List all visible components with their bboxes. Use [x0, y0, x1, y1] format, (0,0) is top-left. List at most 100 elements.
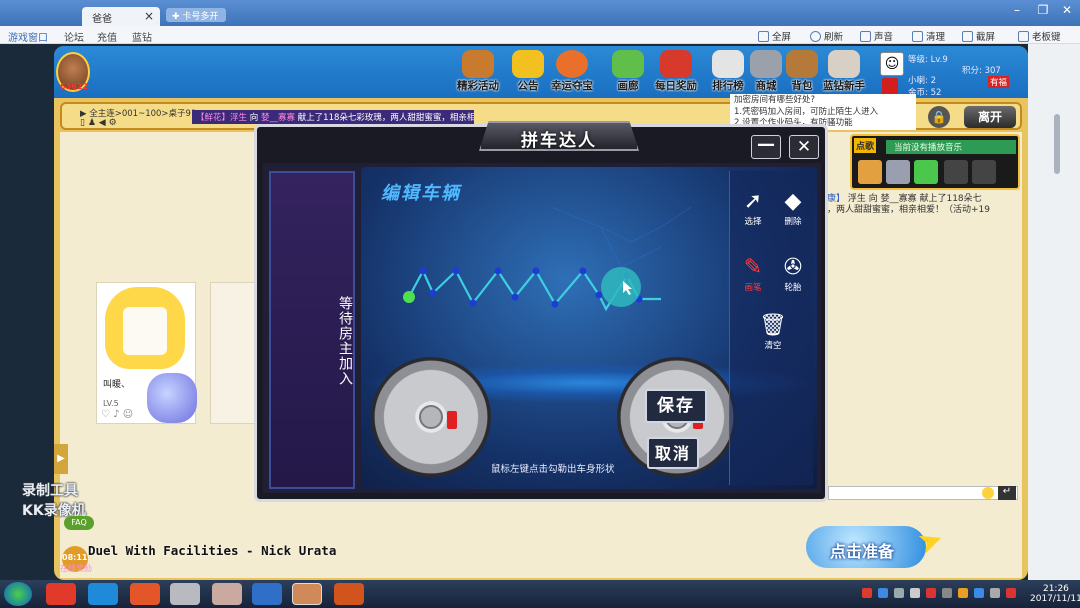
rear-wheel [371, 357, 491, 477]
camera-icon [962, 31, 973, 42]
wheel-of-fortune-icon [556, 50, 588, 78]
window-minimize-icon[interactable]: – [1006, 3, 1028, 19]
music-status: 当前没有播放音乐 [886, 140, 1016, 154]
minimize-button[interactable]: — [751, 135, 781, 159]
recorder-icon[interactable] [334, 583, 364, 605]
menu-recharge[interactable]: 充值 [97, 29, 117, 44]
nav-lucky-treasure[interactable]: 幸运夺宝 [548, 50, 596, 94]
lock-icon[interactable]: 🔒 [928, 106, 950, 128]
fullscreen-button[interactable]: 全屏 [758, 29, 791, 43]
music-player-icon[interactable] [886, 160, 910, 184]
seat-player-level: LV.5 [103, 399, 119, 408]
tray-qq-icon[interactable] [974, 588, 984, 598]
pen-tool[interactable]: ✎ 画笔 [736, 255, 770, 293]
game-topbar: 63622 精彩活动 公告 幸运夺宝 画廊 每日奖励 排行榜 商城 背包 蓝钻新… [54, 46, 1028, 98]
menu-game-window[interactable]: 游戏窗口 [8, 29, 48, 44]
player-seat[interactable]: 叫暖、 LV.5 ♡ ♪ ☺ [96, 282, 197, 424]
ready-button[interactable]: 点击准备 ➤ [806, 520, 956, 572]
nav-daily-reward[interactable]: 每日奖励 [652, 50, 700, 94]
erase-tool[interactable]: ◆ 删除 [776, 189, 810, 227]
cursor-icon: ➚ [743, 189, 763, 214]
qq-icon[interactable] [252, 583, 282, 605]
gift-ticker: 【鲜花】浮生 向 婪__寡寡 献上了118朵七彩玫瑰，两人甜甜蜜蜜，相亲相 [192, 110, 474, 124]
browser-icon[interactable] [88, 583, 118, 605]
tray-app-icon[interactable] [958, 588, 968, 598]
player-seat-empty[interactable] [210, 282, 260, 424]
window-restore-icon[interactable]: ❐ [1032, 3, 1054, 19]
music-gem-icon[interactable] [914, 160, 938, 184]
clock-date: 2017/11/11 [1030, 594, 1080, 604]
new-tab-button[interactable]: ✚ 卡号多开 [166, 8, 226, 22]
outline-point [494, 267, 502, 275]
newbie-gift-icon [828, 50, 860, 78]
nav-blue-diamond-newbie[interactable]: 蓝钻新手 [820, 50, 868, 94]
clear-tool[interactable]: 🗑 清空 [756, 313, 790, 351]
tray-sogou-icon[interactable] [862, 588, 872, 598]
refresh-button[interactable]: 刷新 [810, 29, 843, 43]
tray-volume-icon[interactable] [990, 588, 1000, 598]
expand-left-icon[interactable]: ▶ [54, 444, 68, 474]
netease-music-icon[interactable] [46, 583, 76, 605]
room-icons: ▯ ♟ ◀ ⚙ [80, 118, 117, 128]
nav-notice[interactable]: 公告 [504, 50, 552, 94]
sound-button[interactable]: 声音 [860, 29, 893, 43]
select-tool[interactable]: ➚ 选择 [736, 189, 770, 227]
chat-message: 浮生 向 婪__寡寡 献上了118朵七 [847, 194, 982, 204]
tray-monitor-icon[interactable] [910, 588, 920, 598]
save-button[interactable]: 保存 [645, 389, 707, 423]
settings-icon[interactable]: ⚙ [109, 118, 117, 128]
system-clock[interactable]: 21:26 2017/11/11 [1030, 584, 1080, 604]
tray-antivirus-icon[interactable] [1006, 588, 1016, 598]
vehicle-edit-canvas[interactable]: 编辑车辆 鼠标左键点击勾勒出车身形状 ➚ 选择 ◆ 删除 ✎ 画笔 ✇ 轮胎 🗑… [361, 167, 817, 489]
tray-security-icon[interactable] [926, 588, 936, 598]
browser-titlebar: 爸爸 × ✚ 卡号多开 – ❐ ✕ [0, 0, 1080, 26]
emoji-icon[interactable] [982, 487, 994, 499]
send-icon[interactable]: ↵ [998, 486, 1016, 500]
speaker-icon[interactable]: ◀ [99, 118, 106, 128]
nav-events[interactable]: 精彩活动 [454, 50, 502, 94]
game-window-icon[interactable] [292, 583, 322, 605]
background-constellation [550, 206, 692, 268]
eraser-icon: ◆ [784, 189, 802, 214]
nav-gallery[interactable]: 画廊 [604, 50, 652, 94]
window-close-icon[interactable]: ✕ [1056, 3, 1078, 19]
screen: 爸爸 × ✚ 卡号多开 – ❐ ✕ 游戏窗口 论坛 充值 蓝钻 全屏 刷新 声音… [0, 0, 1080, 608]
scrollbar-thumb[interactable] [1054, 114, 1060, 174]
menu-forum[interactable]: 论坛 [64, 29, 84, 44]
song-request-button[interactable]: 点歌 [854, 138, 877, 153]
chat-log: 子康】 浮生 向 婪__寡寡 献上了118朵七 瑰，两人甜甜蜜蜜，相亲相爱！（活… [818, 194, 1018, 216]
menu-blue-diamond[interactable]: 蓝钻 [132, 29, 152, 44]
tray-bluetooth-icon[interactable] [942, 588, 952, 598]
screenshot-button[interactable]: 截屏 [962, 29, 995, 43]
sogou-icon[interactable] [130, 583, 160, 605]
wheel-tool[interactable]: ✇ 轮胎 [776, 255, 810, 293]
leave-button[interactable]: 离开 [964, 106, 1016, 128]
faq-badge[interactable]: FAQ [64, 516, 94, 530]
draw-hint: 鼠标左键点击勾勒出车身形状 [491, 464, 615, 475]
page-icon[interactable]: ▯ [80, 118, 85, 128]
seat-status-icons: ♡ ♪ ☺ [101, 409, 134, 420]
home-icon[interactable] [170, 583, 200, 605]
fortune-badge: 有福 [988, 76, 1010, 88]
tray-network-icon[interactable] [894, 588, 904, 598]
user-add-icon[interactable]: ♟ [88, 118, 96, 128]
cancel-button[interactable]: 取消 [647, 437, 699, 469]
music-avatar-icon[interactable] [858, 160, 882, 184]
dialog-title: 拼车达人 [521, 131, 597, 151]
nav-bag[interactable]: 背包 [778, 50, 826, 94]
player-avatar-icon[interactable]: ☺ [880, 52, 904, 76]
editor-toolbox: ➚ 选择 ◆ 删除 ✎ 画笔 ✇ 轮胎 🗑 清空 [729, 171, 813, 485]
page-scrollbar[interactable] [1028, 44, 1080, 580]
close-button[interactable]: ✕ [789, 135, 819, 159]
boss-key-button[interactable]: 老板键 [1018, 29, 1061, 43]
now-playing-song: Duel With Facilities - Nick Urata [88, 543, 337, 558]
bear-icon [462, 50, 494, 78]
tab-close-icon[interactable]: × [144, 9, 154, 23]
clean-button[interactable]: 清理 [912, 29, 945, 43]
app-avatar-icon[interactable] [212, 583, 242, 605]
gift-icon [660, 50, 692, 78]
online-reward-label: 在线奖励 [60, 564, 92, 573]
tray-help-icon[interactable] [878, 588, 888, 598]
start-button[interactable] [4, 582, 32, 606]
browser-tab[interactable]: 爸爸 × [82, 7, 160, 26]
